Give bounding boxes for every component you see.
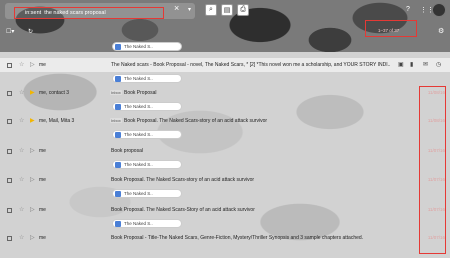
attachment-name: The Naked S.. bbox=[124, 104, 153, 109]
star-icon[interactable]: ☆ bbox=[19, 117, 24, 124]
important-marker-icon[interactable]: ▶ bbox=[30, 117, 35, 124]
inbox-tag: Inbox bbox=[110, 90, 122, 95]
attachment-row: The Naked S.. bbox=[0, 100, 450, 114]
row-checkbox[interactable] bbox=[7, 178, 12, 183]
attachment-chip[interactable]: The Naked S.. bbox=[112, 160, 182, 169]
table-row[interactable]: ☆ ▷ me Book Proposal. The Naked Scars-st… bbox=[0, 173, 450, 187]
attachment-name: The Naked S.. bbox=[124, 191, 153, 196]
count-highlight-box: 1–37 of 37 bbox=[365, 20, 417, 37]
subject: Book Proposal. The Naked Scars-Story of … bbox=[111, 207, 255, 213]
sender: me bbox=[39, 235, 46, 241]
attachment-name: The Naked S.. bbox=[124, 132, 153, 137]
help-icon[interactable]: ? bbox=[406, 6, 410, 13]
sender: me, contact 3 bbox=[39, 90, 70, 96]
print-icon[interactable]: ⎙ bbox=[237, 4, 249, 16]
subject: Book Proposal. The Naked Scars-story of … bbox=[111, 177, 255, 183]
snooze-icon[interactable]: ◷ bbox=[436, 61, 441, 68]
mark-unread-icon[interactable]: ✉ bbox=[423, 61, 428, 68]
label-icon[interactable]: ▷ bbox=[30, 147, 35, 154]
label-icon[interactable]: ▷ bbox=[30, 234, 35, 241]
gear-icon[interactable]: ⚙ bbox=[438, 27, 444, 35]
message-count: 1–37 of 37 bbox=[378, 28, 400, 33]
sender: me bbox=[39, 62, 46, 68]
attachment-row: The Naked S.. bbox=[0, 217, 450, 231]
subject: Book Proposal - Title-The Naked Scars, G… bbox=[111, 235, 364, 241]
archive-icon[interactable]: ▣ bbox=[398, 61, 404, 68]
star-icon[interactable]: ☆ bbox=[19, 89, 24, 96]
subject: Book proposal bbox=[111, 148, 143, 154]
table-row[interactable]: ☆ ▷ me Book Proposal - Title-The Naked S… bbox=[0, 231, 450, 245]
search-box bbox=[5, 3, 195, 19]
attachment-chip[interactable]: The Naked S.. bbox=[112, 102, 182, 111]
star-icon[interactable]: ☆ bbox=[19, 234, 24, 241]
sender: me, Mail, Mita 3 bbox=[39, 118, 75, 124]
document-icon bbox=[115, 103, 121, 110]
search-icon[interactable]: ⌕ bbox=[205, 4, 217, 16]
row-checkbox[interactable] bbox=[7, 91, 12, 96]
attachment-name: The Naked S.. bbox=[124, 44, 153, 49]
attachment-chip[interactable]: The Naked S.. bbox=[112, 74, 182, 83]
document-icon bbox=[115, 43, 121, 50]
row-checkbox[interactable] bbox=[7, 208, 12, 213]
label-icon[interactable]: ▷ bbox=[30, 206, 35, 213]
label-icon[interactable]: ▷ bbox=[30, 61, 35, 68]
star-icon[interactable]: ☆ bbox=[19, 147, 24, 154]
document-icon bbox=[115, 161, 121, 168]
table-row[interactable]: ☆ ▶ me, contact 3 Inbox Book Proposal 11… bbox=[0, 86, 450, 100]
star-icon[interactable]: ☆ bbox=[19, 176, 24, 183]
row-checkbox[interactable] bbox=[7, 236, 12, 241]
table-row[interactable]: ☆ ▷ me The Naked scars - Book Proposal -… bbox=[0, 58, 450, 72]
row-checkbox[interactable] bbox=[7, 119, 12, 124]
close-icon[interactable]: × bbox=[174, 4, 179, 13]
attachment-row: The Naked S.. bbox=[0, 128, 450, 142]
sender: me bbox=[39, 207, 46, 213]
avatar[interactable] bbox=[432, 3, 446, 17]
attachment-name: The Naked S.. bbox=[124, 162, 153, 167]
document-icon bbox=[115, 190, 121, 197]
star-icon[interactable]: ☆ bbox=[19, 206, 24, 213]
row-checkbox[interactable] bbox=[7, 63, 12, 68]
document-icon[interactable]: ▤ bbox=[221, 4, 233, 16]
select-all-checkbox[interactable]: ☐▾ bbox=[6, 28, 14, 35]
attachment-name: The Naked S.. bbox=[124, 76, 153, 81]
attachment-chip[interactable]: The Naked S.. bbox=[112, 42, 182, 51]
search-input[interactable] bbox=[14, 7, 164, 19]
attachment-chip[interactable]: The Naked S.. bbox=[112, 219, 182, 228]
star-icon[interactable]: ☆ bbox=[19, 61, 24, 68]
attachment-name: The Naked S.. bbox=[124, 221, 153, 226]
attachment-chip[interactable]: The Naked S.. bbox=[112, 130, 182, 139]
subject: Book Proposal. The Naked Scars-story of … bbox=[124, 118, 268, 124]
table-row[interactable]: ☆ ▷ me Book Proposal. The Naked Scars-St… bbox=[0, 203, 450, 217]
inbox-tag: Inbox bbox=[110, 118, 122, 123]
chevron-down-icon[interactable]: ▾ bbox=[188, 6, 191, 13]
sender: me bbox=[39, 177, 46, 183]
attachment-chip[interactable]: The Naked S.. bbox=[112, 189, 182, 198]
attachment-row: The Naked S.. bbox=[0, 72, 450, 86]
attachment-row: The Naked S.. bbox=[0, 187, 450, 201]
attachment-row: The Naked S.. bbox=[0, 158, 450, 172]
delete-icon[interactable]: ▮ bbox=[410, 61, 413, 68]
refresh-icon[interactable]: ↻ bbox=[28, 28, 33, 35]
table-row[interactable]: ☆ ▶ me, Mail, Mita 3 Inbox Book Proposal… bbox=[0, 114, 450, 128]
important-marker-icon[interactable]: ▶ bbox=[30, 89, 35, 96]
document-icon bbox=[115, 131, 121, 138]
attachment-row: The Naked S.. bbox=[0, 40, 450, 54]
sender: me bbox=[39, 148, 46, 154]
document-icon bbox=[115, 75, 121, 82]
subject: The Naked scars - Book Proposal - novel,… bbox=[111, 62, 391, 68]
label-icon[interactable]: ▷ bbox=[30, 176, 35, 183]
document-icon bbox=[115, 220, 121, 227]
subject: Book Proposal bbox=[124, 90, 157, 96]
row-checkbox[interactable] bbox=[7, 149, 12, 154]
date-highlight-box bbox=[419, 86, 446, 254]
table-row[interactable]: ☆ ▷ me Book proposal 11/07/16 bbox=[0, 144, 450, 158]
